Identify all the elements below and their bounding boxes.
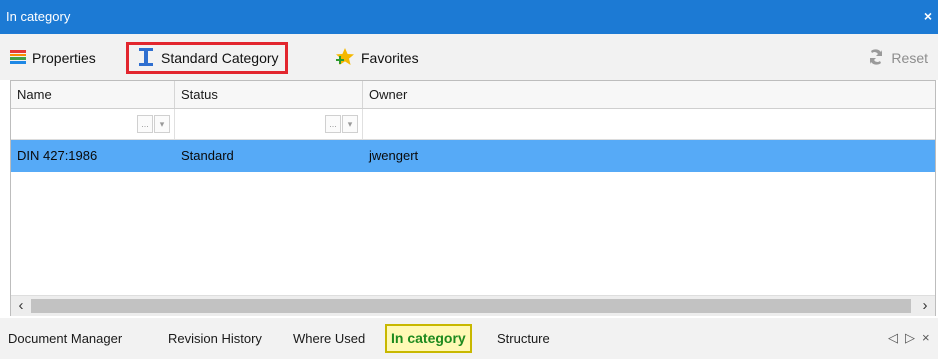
scroll-thumb[interactable]	[31, 299, 911, 313]
favorites-label: Favorites	[361, 50, 419, 66]
standard-category-button[interactable]: Standard Category	[126, 42, 288, 74]
table-row[interactable]: DIN 427:1986 Standard jwengert	[11, 140, 935, 172]
reset-label: Reset	[891, 50, 928, 66]
horizontal-scrollbar[interactable]: ‹ ›	[11, 295, 935, 316]
tab-scroll-right-icon[interactable]: ▷	[905, 330, 915, 346]
filter-row: ... ▾ ... ▾	[11, 109, 935, 140]
column-header-name[interactable]: Name	[11, 81, 175, 108]
standard-category-label: Standard Category	[161, 50, 279, 66]
cell-owner: jwengert	[369, 148, 419, 163]
scroll-left-icon[interactable]: ‹	[11, 296, 31, 316]
standard-category-icon	[137, 47, 155, 70]
favorites-button[interactable]: Favorites	[335, 46, 419, 70]
category-grid: Name Status Owner ... ▾ ... ▾ DIN 427:19…	[10, 80, 936, 316]
tab-document-manager[interactable]: Document Manager	[8, 331, 122, 346]
panel-titlebar: In category ×	[0, 0, 938, 34]
filter-ellipsis-button[interactable]: ...	[137, 115, 153, 133]
cell-name: DIN 427:1986	[17, 148, 98, 163]
column-header-owner[interactable]: Owner	[363, 81, 935, 108]
filter-ellipsis-button[interactable]: ...	[325, 115, 341, 133]
tab-revision-history[interactable]: Revision History	[168, 331, 262, 346]
bottom-tab-strip: Document Manager Revision History Where …	[0, 318, 938, 359]
filter-cell-name[interactable]: ... ▾	[11, 109, 175, 139]
grid-header: Name Status Owner	[11, 81, 935, 109]
tab-where-used[interactable]: Where Used	[293, 331, 365, 346]
toolbar: Properties Standard Category Favorites R…	[0, 34, 938, 80]
close-icon[interactable]: ×	[924, 8, 932, 24]
filter-dropdown-icon[interactable]: ▾	[154, 115, 170, 133]
tab-close-icon[interactable]: ×	[922, 330, 930, 345]
tab-structure[interactable]: Structure	[497, 331, 550, 346]
reset-icon	[867, 48, 885, 69]
tab-in-category[interactable]: In category	[385, 324, 472, 353]
filter-dropdown-icon[interactable]: ▾	[342, 115, 358, 133]
filter-cell-status[interactable]: ... ▾	[175, 109, 363, 139]
properties-label: Properties	[32, 50, 96, 66]
panel-title: In category	[6, 9, 71, 24]
cell-status: Standard	[181, 148, 234, 163]
tab-scroll-left-icon[interactable]: ◁	[888, 330, 898, 346]
reset-button[interactable]: Reset	[867, 46, 928, 70]
properties-button[interactable]: Properties	[10, 46, 96, 70]
filter-cell-owner[interactable]	[363, 109, 935, 139]
scroll-right-icon[interactable]: ›	[915, 296, 935, 316]
properties-icon	[10, 49, 26, 67]
column-header-status[interactable]: Status	[175, 81, 363, 108]
favorites-star-icon	[335, 47, 355, 69]
